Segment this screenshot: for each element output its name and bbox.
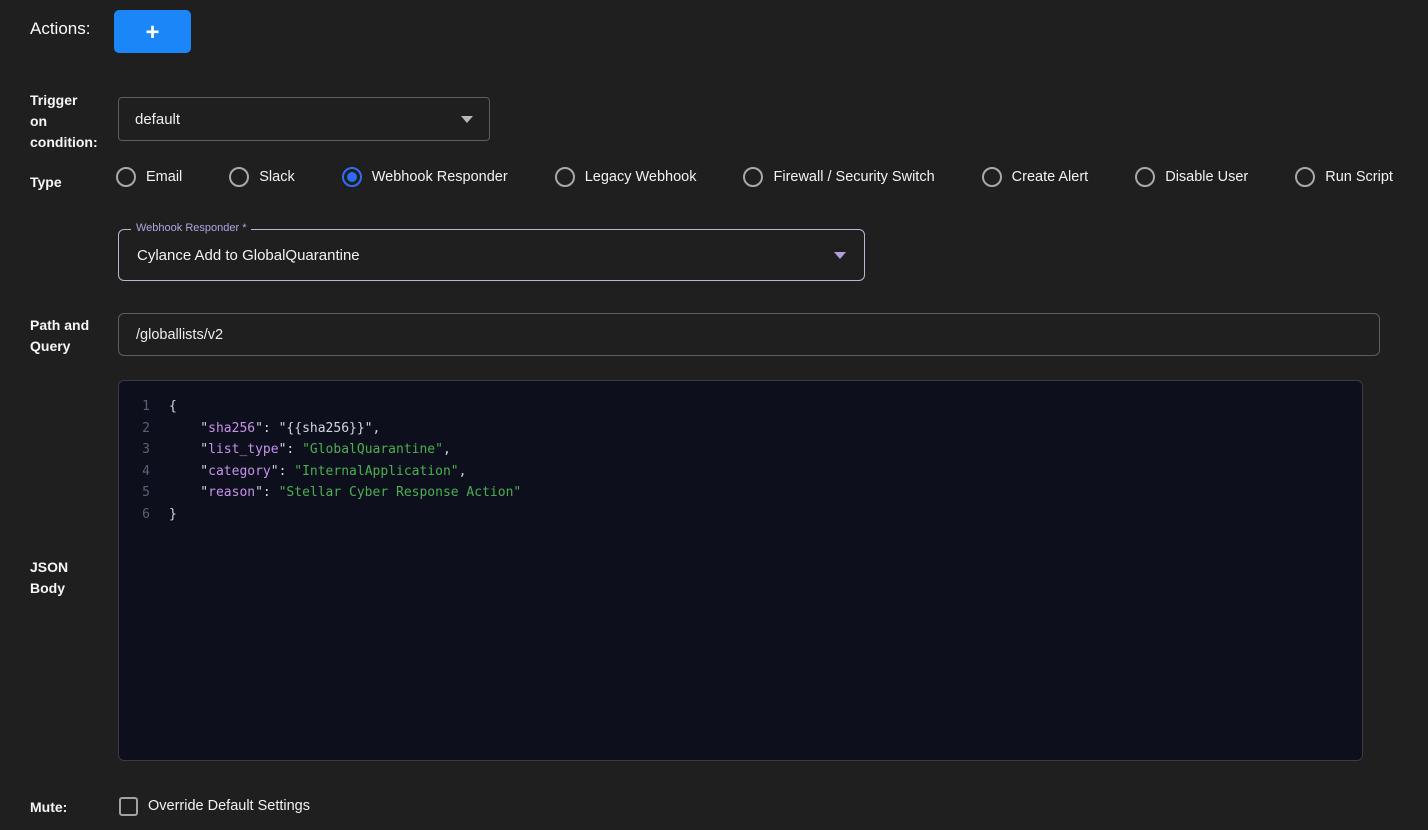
radio-email[interactable]: Email (116, 167, 182, 187)
radio-label: Create Alert (1012, 169, 1089, 185)
action-configuration-form: Actions: + Trigger on condition: default… (0, 0, 1428, 830)
chevron-down-icon (834, 252, 846, 259)
add-action-button[interactable]: + (114, 10, 191, 53)
type-radio-group: Email Slack Webhook Responder Legacy Web… (116, 167, 1393, 187)
radio-run-script[interactable]: Run Script (1295, 167, 1393, 187)
radio-label: Run Script (1325, 169, 1393, 185)
trigger-condition-select[interactable]: default (118, 97, 490, 141)
radio-icon (229, 167, 249, 187)
json-body-editor[interactable]: 123456 { "sha256": "{{sha256}}", "list_t… (118, 380, 1363, 761)
path-query-input[interactable] (118, 313, 1380, 356)
actions-label: Actions: (30, 19, 90, 39)
code-lines: { "sha256": "{{sha256}}", "list_type": "… (163, 396, 1362, 760)
radio-create-alert[interactable]: Create Alert (982, 167, 1089, 187)
radio-icon (1135, 167, 1155, 187)
trigger-condition-value: default (135, 111, 180, 128)
radio-slack[interactable]: Slack (229, 167, 294, 187)
code-gutter: 123456 (119, 396, 163, 760)
trigger-condition-label: Trigger on condition: (30, 90, 94, 153)
radio-label: Disable User (1165, 169, 1248, 185)
override-default-settings-label: Override Default Settings (148, 798, 310, 814)
radio-label: Firewall / Security Switch (773, 169, 934, 185)
json-body-label: JSON Body (30, 557, 80, 599)
radio-legacy-webhook[interactable]: Legacy Webhook (555, 167, 697, 187)
radio-label: Email (146, 169, 182, 185)
mute-label: Mute: (30, 797, 67, 818)
radio-icon (116, 167, 136, 187)
webhook-responder-select[interactable]: Webhook Responder * Cylance Add to Globa… (118, 229, 865, 281)
radio-icon (982, 167, 1002, 187)
webhook-responder-field-label: Webhook Responder * (131, 222, 251, 234)
radio-label: Slack (259, 169, 294, 185)
radio-icon (743, 167, 763, 187)
radio-webhook-responder[interactable]: Webhook Responder (342, 167, 508, 187)
radio-icon (1295, 167, 1315, 187)
webhook-responder-value: Cylance Add to GlobalQuarantine (137, 247, 360, 264)
radio-label: Webhook Responder (372, 169, 508, 185)
override-default-settings-checkbox[interactable] (119, 797, 138, 816)
path-query-label: Path and Query (30, 315, 100, 357)
radio-firewall-security-switch[interactable]: Firewall / Security Switch (743, 167, 934, 187)
radio-disable-user[interactable]: Disable User (1135, 167, 1248, 187)
radio-icon (555, 167, 575, 187)
chevron-down-icon (461, 116, 473, 123)
radio-icon (342, 167, 362, 187)
type-label: Type (30, 172, 62, 193)
radio-label: Legacy Webhook (585, 169, 697, 185)
